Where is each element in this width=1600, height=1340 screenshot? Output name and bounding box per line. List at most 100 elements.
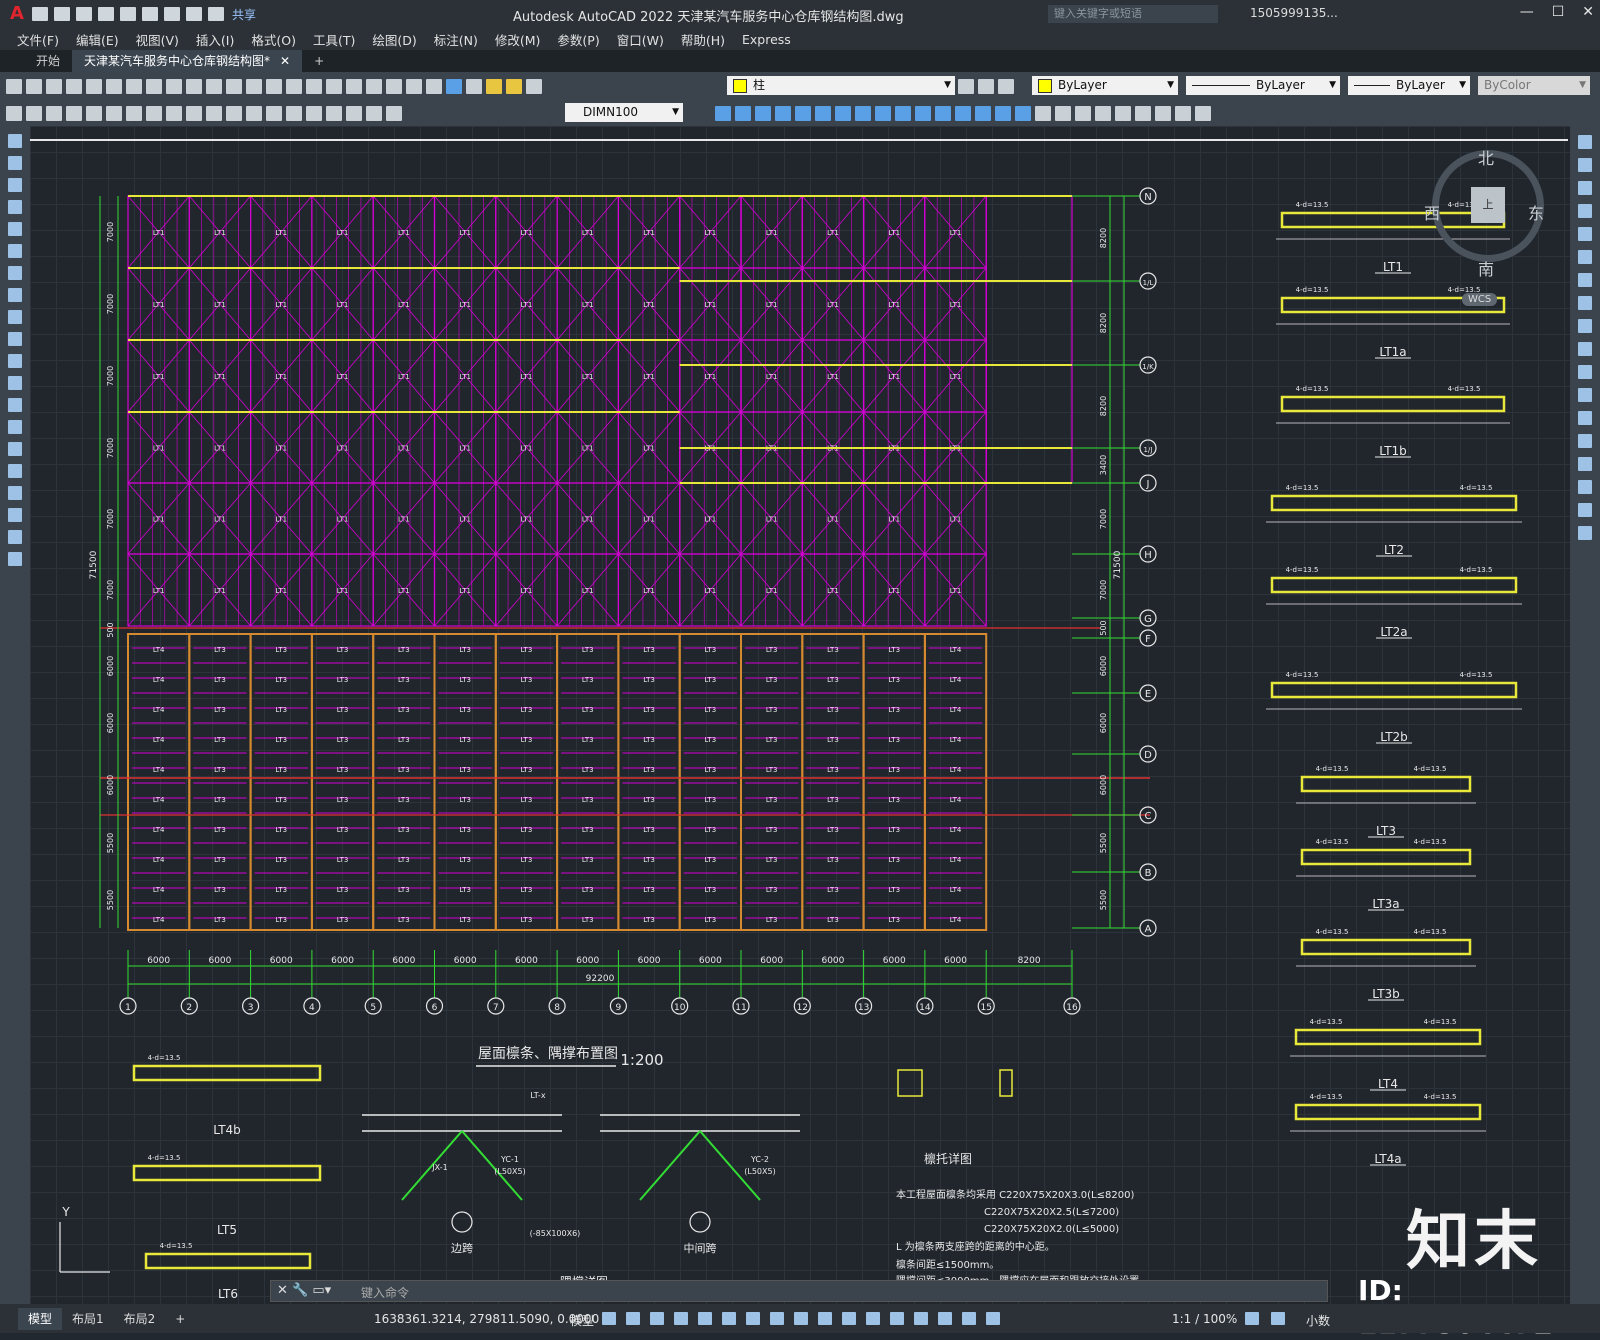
mirror-icon[interactable] bbox=[755, 105, 771, 121]
erase-icon[interactable] bbox=[715, 105, 731, 121]
construction-line-icon[interactable] bbox=[8, 156, 22, 170]
insert-block-icon[interactable] bbox=[8, 376, 22, 390]
layer-dropdown[interactable]: 柱 ▼ bbox=[727, 76, 955, 95]
undo-icon[interactable] bbox=[206, 78, 222, 94]
add-selected-icon[interactable] bbox=[8, 552, 22, 566]
extend-icon[interactable] bbox=[1578, 365, 1592, 379]
sheet-set-icon[interactable] bbox=[386, 78, 402, 94]
units-display[interactable]: 小数 bbox=[1306, 1312, 1330, 1329]
layer-state-icon[interactable] bbox=[998, 78, 1014, 94]
move-icon[interactable] bbox=[1578, 250, 1592, 264]
rotate-icon[interactable] bbox=[1578, 273, 1592, 287]
break-icon[interactable] bbox=[1578, 411, 1592, 425]
paste-icon[interactable] bbox=[166, 78, 182, 94]
inspect-icon[interactable] bbox=[306, 105, 322, 121]
radius-dim-icon[interactable] bbox=[86, 105, 102, 121]
autocad-logo-icon[interactable]: A bbox=[6, 3, 28, 25]
bring-front-icon[interactable] bbox=[1055, 105, 1071, 121]
erase-icon[interactable] bbox=[1578, 135, 1592, 149]
annotation-visibility-icon[interactable] bbox=[962, 1312, 976, 1325]
attribute-icon[interactable] bbox=[1175, 105, 1191, 121]
3d-osnap-icon[interactable] bbox=[866, 1312, 880, 1325]
rotate-icon[interactable] bbox=[835, 105, 851, 121]
array-icon[interactable] bbox=[795, 105, 811, 121]
close-tab-icon[interactable]: ✕ bbox=[280, 54, 290, 68]
text-front-icon[interactable] bbox=[1095, 105, 1111, 121]
scale-icon[interactable] bbox=[855, 105, 871, 121]
angular-dim-icon[interactable] bbox=[146, 105, 162, 121]
baseline-dim-icon[interactable] bbox=[186, 105, 202, 121]
new-tab-button[interactable]: + bbox=[302, 50, 336, 72]
menu-window[interactable]: 窗口(W) bbox=[617, 30, 664, 49]
diameter-dim-icon[interactable] bbox=[126, 105, 142, 121]
transparency-icon[interactable] bbox=[818, 1312, 832, 1325]
drawing-canvas[interactable]: LT1 LT1 LT1 LT1 LT1 LT1 LT1 LT1 LT1 LT1 LT1 LT1 LT1 L… bbox=[30, 126, 1570, 1304]
trim-icon[interactable] bbox=[895, 105, 911, 121]
revcloud-icon[interactable] bbox=[8, 288, 22, 302]
save-icon[interactable] bbox=[46, 78, 62, 94]
menu-express[interactable]: Express bbox=[742, 32, 791, 47]
make-block-icon[interactable] bbox=[8, 398, 22, 412]
join-icon[interactable] bbox=[955, 105, 971, 121]
rectangle-icon[interactable] bbox=[8, 222, 22, 236]
dynamic-ucs-icon[interactable] bbox=[890, 1312, 904, 1325]
make-block-icon[interactable] bbox=[1155, 105, 1171, 121]
extend-icon[interactable] bbox=[915, 105, 931, 121]
tab-start[interactable]: 开始 bbox=[24, 50, 72, 72]
calculator-icon[interactable] bbox=[426, 78, 442, 94]
color-dropdown[interactable]: ByLayer ▼ bbox=[1032, 76, 1178, 95]
user-account[interactable]: 1505999135... bbox=[1250, 6, 1338, 20]
menu-dimension[interactable]: 标注(N) bbox=[434, 30, 478, 49]
arc-icon[interactable] bbox=[8, 244, 22, 258]
lineweight-dropdown[interactable]: ByLayer ▼ bbox=[1348, 76, 1470, 95]
zoom-window-icon[interactable] bbox=[286, 78, 302, 94]
viewcube-north[interactable]: 北 bbox=[1478, 145, 1494, 169]
scale-icon[interactable] bbox=[1578, 296, 1592, 310]
open-folder-icon[interactable] bbox=[76, 7, 92, 21]
match-properties-icon[interactable] bbox=[186, 78, 202, 94]
menu-view[interactable]: 视图(V) bbox=[136, 30, 179, 49]
point-icon[interactable] bbox=[8, 420, 22, 434]
make-current-icon[interactable] bbox=[958, 78, 974, 94]
copy-object-icon[interactable] bbox=[735, 105, 751, 121]
open-icon[interactable] bbox=[26, 78, 42, 94]
search-input[interactable]: 键入关键字或短语 bbox=[1048, 5, 1218, 23]
workspace-gear-icon[interactable] bbox=[1245, 1312, 1259, 1325]
viewcube-east[interactable]: 东 bbox=[1528, 200, 1544, 224]
model-space-toggle[interactable]: 模型 bbox=[570, 1312, 594, 1329]
layer-freeze-icon[interactable] bbox=[506, 78, 522, 94]
lineweight-icon[interactable] bbox=[794, 1312, 808, 1325]
region-icon[interactable] bbox=[8, 486, 22, 500]
gizmo-icon[interactable] bbox=[938, 1312, 952, 1325]
dim-space-icon[interactable] bbox=[226, 105, 242, 121]
ellipse-icon[interactable] bbox=[8, 332, 22, 346]
viewcube-top[interactable]: 上 bbox=[1471, 187, 1505, 223]
menu-draw[interactable]: 绘图(D) bbox=[372, 30, 416, 49]
new-icon[interactable] bbox=[32, 7, 48, 21]
save-icon[interactable] bbox=[98, 7, 114, 21]
arc-length-icon[interactable] bbox=[46, 105, 62, 121]
edit-block-icon[interactable] bbox=[1195, 105, 1211, 121]
polar-icon[interactable] bbox=[698, 1312, 712, 1325]
polyline-icon[interactable] bbox=[8, 178, 22, 192]
plotstyle-dropdown[interactable]: ByColor ▼ bbox=[1478, 76, 1590, 95]
layer-lock-icon[interactable] bbox=[526, 78, 542, 94]
tool-palettes-icon[interactable] bbox=[366, 78, 382, 94]
grid-icon[interactable] bbox=[602, 1312, 616, 1325]
send-back-icon[interactable] bbox=[1075, 105, 1091, 121]
linear-dim-icon[interactable] bbox=[6, 105, 22, 121]
plot-icon[interactable] bbox=[66, 78, 82, 94]
fillet-icon[interactable] bbox=[995, 105, 1011, 121]
menu-file[interactable]: 文件(F) bbox=[17, 30, 59, 49]
menu-tools[interactable]: 工具(T) bbox=[313, 30, 355, 49]
osnap-icon[interactable] bbox=[770, 1312, 784, 1325]
auto-scale-icon[interactable] bbox=[986, 1312, 1000, 1325]
circle-icon[interactable] bbox=[8, 266, 22, 280]
design-center-icon[interactable] bbox=[346, 78, 362, 94]
plot-icon[interactable] bbox=[142, 7, 158, 21]
line-icon[interactable] bbox=[8, 134, 22, 148]
preview-icon[interactable] bbox=[86, 78, 102, 94]
trim-icon[interactable] bbox=[1578, 342, 1592, 356]
hatch-icon[interactable] bbox=[8, 442, 22, 456]
annotation-scale[interactable]: 1:1 / 100% bbox=[1172, 1312, 1237, 1326]
